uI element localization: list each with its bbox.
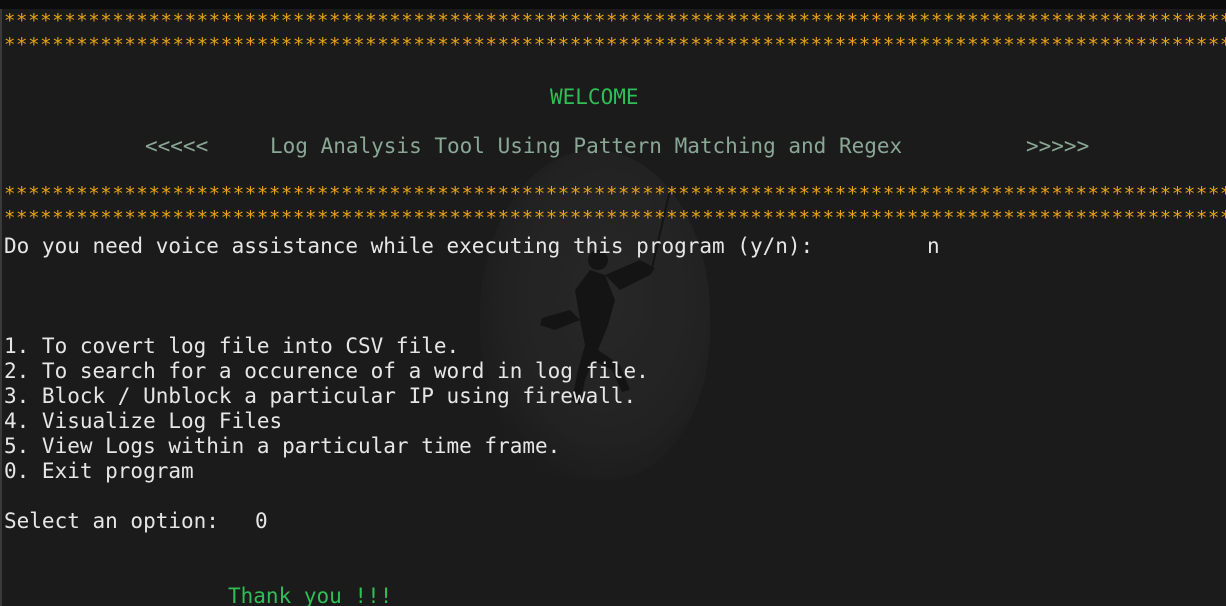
stars-divider: ****************************************… (4, 34, 1226, 56)
thank-you-message: Thank you !!! (228, 584, 393, 606)
select-value[interactable]: 0 (255, 509, 268, 534)
menu-item: 1. To covert log file into CSV file. (4, 334, 460, 358)
banner-title: Log Analysis Tool Using Pattern Matching… (270, 134, 903, 158)
title-bar-strip (0, 0, 1226, 9)
banner-right-arrows: >>>>> (1026, 134, 1090, 158)
window-edge (0, 9, 2, 606)
menu-item: 3. Block / Unblock a particular IP using… (4, 384, 637, 408)
voice-prompt: Do you need voice assistance while execu… (4, 234, 814, 258)
menu-item: 5. View Logs within a particular time fr… (4, 434, 561, 458)
banner-left-arrows: <<<<< (145, 134, 209, 158)
menu-item: 2. To search for a occurence of a word i… (4, 359, 649, 383)
select-prompt: Select an option: (4, 509, 219, 533)
welcome-heading: WELCOME (550, 85, 639, 109)
stars-divider: ****************************************… (4, 10, 1226, 32)
menu-item: 0. Exit program (4, 459, 194, 483)
stars-divider: ****************************************… (4, 207, 1226, 229)
voice-answer: n (927, 234, 940, 258)
menu-item: 4. Visualize Log Files (4, 409, 283, 433)
terminal-window: ****************************************… (0, 0, 1226, 606)
stars-divider: ****************************************… (4, 183, 1226, 205)
